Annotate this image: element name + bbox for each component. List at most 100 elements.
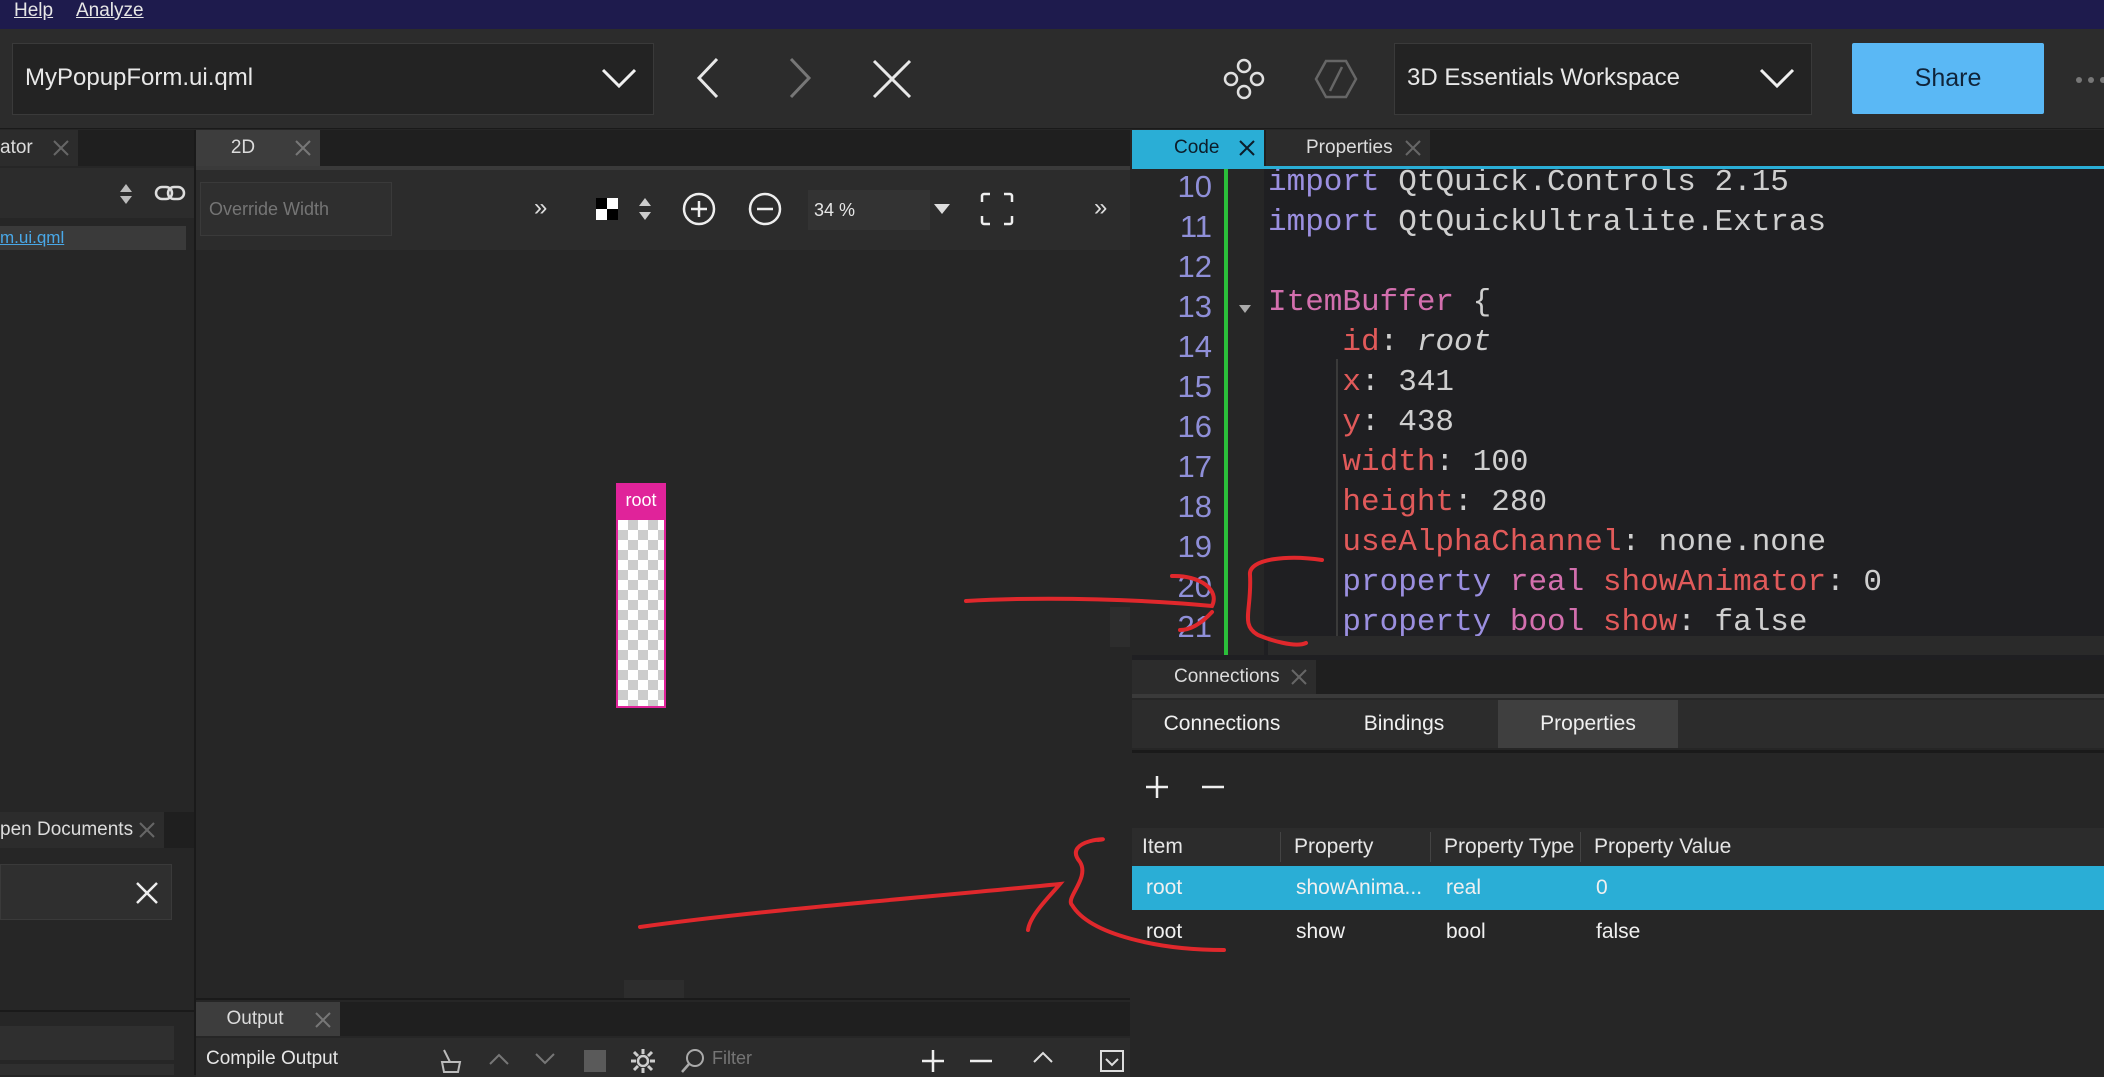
code-token: : 100 (1435, 445, 1529, 480)
panel-menu-icon[interactable] (1100, 1050, 1124, 1072)
code-line[interactable]: property real showAnimator: 0 (1268, 563, 2104, 603)
code-line[interactable]: ItemBuffer { (1268, 283, 2104, 323)
open-documents-search[interactable] (0, 864, 172, 920)
filter-input[interactable] (710, 1042, 900, 1074)
code-token: y (1268, 405, 1362, 440)
code-line[interactable]: id: root (1268, 323, 2104, 363)
column-separator (1580, 832, 1581, 862)
close-icon[interactable] (1404, 139, 1422, 157)
tab-2d[interactable]: 2D (196, 130, 320, 166)
forward-arrow-icon[interactable] (785, 55, 815, 101)
chevron-down-icon (1759, 68, 1795, 89)
subtab-bindings[interactable]: Bindings (1314, 700, 1494, 748)
line-number: 21 (1177, 609, 1212, 644)
column-header-item[interactable]: Item (1142, 828, 1183, 866)
column-header-property[interactable]: Property (1294, 828, 1373, 866)
horizontal-scrollbar[interactable] (624, 980, 684, 998)
line-number: 20 (1177, 569, 1212, 604)
close-icon[interactable] (294, 139, 312, 157)
zoom-in-icon[interactable] (682, 192, 716, 226)
tab-open-documents[interactable]: pen Documents (0, 812, 164, 848)
document-selector[interactable]: MyPopupForm.ui.qml (12, 43, 654, 115)
code-editor[interactable]: import QtQuick.Controls 2.15 import QtQui… (1268, 169, 2104, 655)
workspace-selector[interactable]: 3D Essentials Workspace (1394, 43, 1812, 115)
tab-properties[interactable]: Properties (1266, 130, 1430, 166)
code-line[interactable]: x: 341 (1268, 363, 2104, 403)
cell-property: show (1296, 920, 1346, 943)
background-color-icon[interactable] (596, 198, 618, 220)
column-header-property-type[interactable]: Property Type (1444, 828, 1574, 866)
root-item-label[interactable]: root (616, 483, 666, 518)
code-line[interactable] (1268, 243, 2104, 283)
code-line[interactable]: height: 280 (1268, 483, 2104, 523)
column-header-property-value[interactable]: Property Value (1594, 828, 1731, 866)
list-item[interactable] (0, 1064, 174, 1075)
edit-code-icon[interactable] (1314, 57, 1358, 101)
share-button[interactable]: Share (1852, 43, 2044, 114)
tab-code[interactable]: Code (1132, 130, 1264, 166)
code-line[interactable]: useAlphaChannel: none.none (1268, 523, 2104, 563)
output-panel: Output Compile Output (196, 998, 1130, 1077)
horizontal-scrollbar[interactable] (1268, 636, 2104, 655)
filter-row (0, 168, 194, 218)
back-arrow-icon[interactable] (693, 55, 723, 101)
output-toolbar: Compile Output (196, 1038, 1130, 1077)
line-number: 18 (1177, 489, 1212, 524)
components-icon[interactable] (1222, 57, 1266, 101)
line-number: 10 (1177, 169, 1212, 204)
override-width-input[interactable] (200, 182, 392, 236)
menu-analyze[interactable]: Analyze (76, 0, 144, 29)
column-separator (1280, 832, 1281, 862)
zoom-level-field[interactable]: 34 % (808, 190, 930, 230)
code-token: QtQuickUltralite.Extras (1398, 205, 1827, 240)
remove-property-icon[interactable] (1200, 774, 1226, 800)
gear-icon[interactable] (630, 1048, 656, 1074)
fold-arrow-icon[interactable] (1238, 304, 1252, 314)
code-line[interactable]: width: 100 (1268, 443, 2104, 483)
close-icon[interactable] (138, 821, 156, 839)
zoom-out-icon[interactable] (748, 192, 782, 226)
close-icon[interactable] (1290, 668, 1308, 686)
add-icon[interactable] (920, 1048, 946, 1074)
close-icon[interactable] (314, 1011, 332, 1029)
code-line[interactable]: import QtQuick.Controls 2.15 (1268, 169, 2104, 203)
tab-connections-panel[interactable]: Connections (1132, 660, 1316, 694)
clean-icon[interactable] (438, 1048, 464, 1074)
code-token: height (1268, 485, 1455, 520)
compile-output-label[interactable]: Compile Output (206, 1048, 338, 1070)
tab-label: 2D (230, 137, 256, 158)
line-number: 17 (1177, 449, 1212, 484)
previous-icon[interactable] (488, 1052, 510, 1066)
root-item-canvas[interactable] (616, 518, 666, 708)
more-tools-icon[interactable]: » (534, 194, 547, 222)
tab-label: Code (1174, 137, 1220, 158)
table-row[interactable]: root showAnima... real 0 (1132, 866, 2104, 910)
list-item[interactable] (0, 1026, 174, 1060)
tab-navigator[interactable]: ator (0, 130, 78, 166)
sort-icon[interactable] (118, 182, 134, 206)
subtab-properties[interactable]: Properties (1498, 700, 1678, 748)
zoom-dropdown-icon[interactable] (934, 204, 950, 216)
file-link[interactable]: m.ui.qml (0, 226, 186, 250)
stepper-icon[interactable] (638, 196, 652, 222)
close-document-icon[interactable] (870, 57, 914, 101)
table-row[interactable]: root show bool false (1132, 910, 2104, 954)
stop-icon[interactable] (584, 1050, 606, 1072)
menu-help[interactable]: Help (14, 0, 53, 29)
subtab-connections[interactable]: Connections (1132, 700, 1312, 748)
fit-to-view-icon[interactable] (980, 192, 1014, 226)
close-icon[interactable] (1238, 139, 1256, 157)
clear-icon[interactable] (135, 881, 159, 905)
link-icon[interactable] (154, 180, 186, 206)
next-icon[interactable] (534, 1052, 556, 1066)
code-line[interactable]: y: 438 (1268, 403, 2104, 443)
add-property-icon[interactable] (1144, 774, 1170, 800)
more-options-icon[interactable] (2074, 74, 2104, 86)
tab-output[interactable]: Output (196, 1002, 340, 1036)
collapse-up-icon[interactable] (1032, 1050, 1054, 1064)
more-tools-right-icon[interactable]: » (1094, 194, 1107, 222)
close-icon[interactable] (52, 139, 70, 157)
remove-icon[interactable] (968, 1048, 994, 1074)
vertical-scrollbar[interactable] (1110, 607, 1130, 647)
code-line[interactable]: import QtQuickUltralite.Extras (1268, 203, 2104, 243)
